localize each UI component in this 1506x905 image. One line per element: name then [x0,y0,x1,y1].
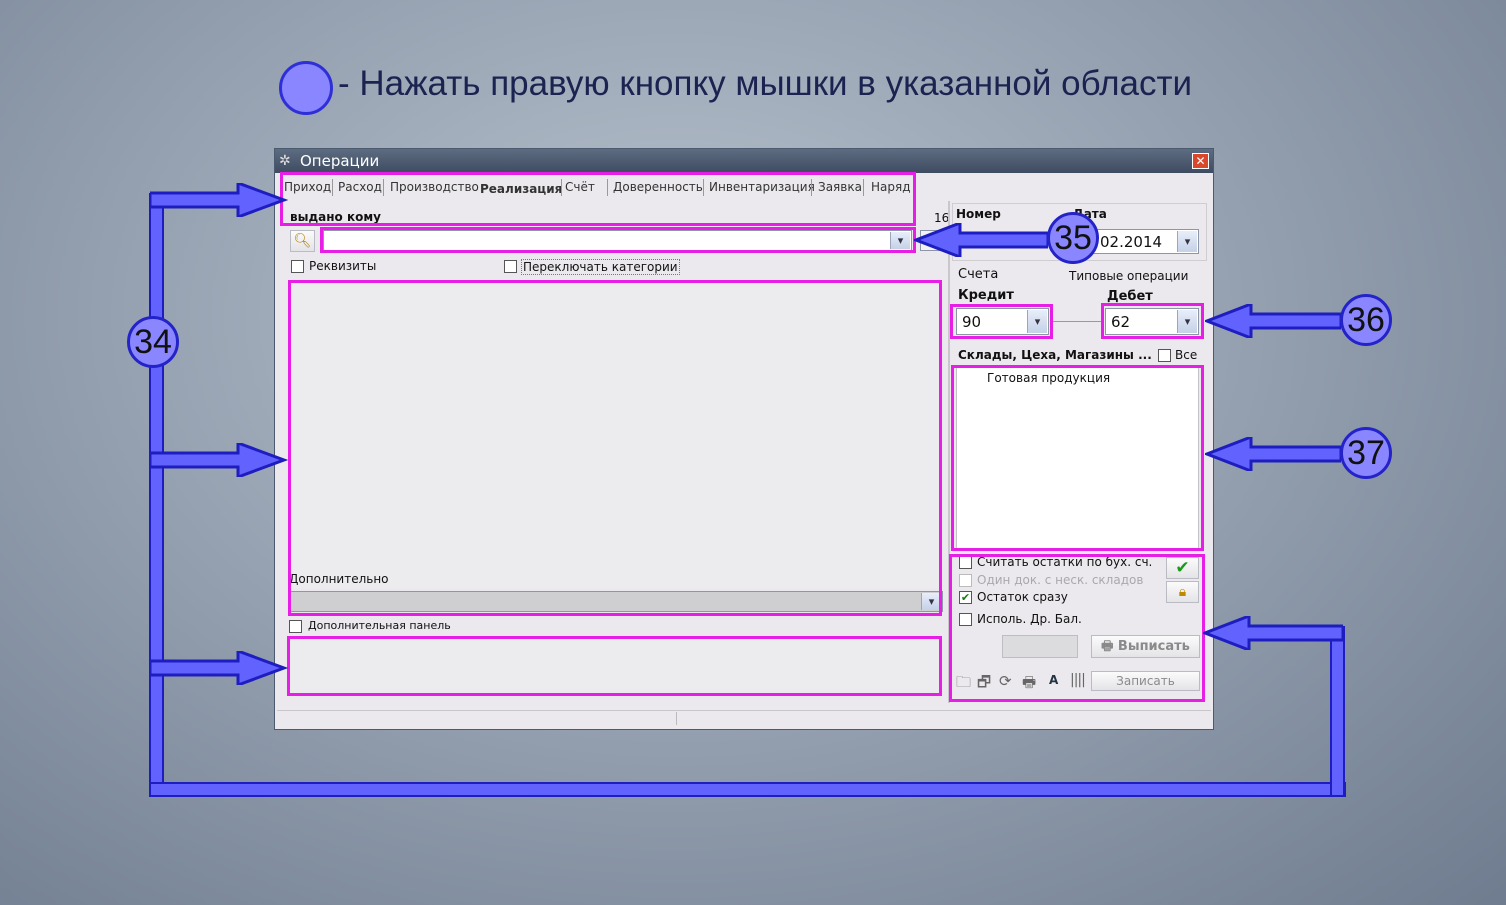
window-title: Операции [300,152,380,170]
annotation-arrow-additional-panel [150,651,289,685]
annotation-arrow-37 [1205,437,1341,471]
annotation-right-spine [1330,626,1345,797]
annotation-badge-35: 35 [1047,212,1099,264]
date-value: 02.2014 [1100,233,1163,251]
accounts-label: Счета [958,267,999,282]
annotation-arrow-tabs [150,183,289,217]
switch-categories-label: Переключать категории [521,259,680,275]
search-button[interactable]: 🔍︎ [290,230,315,252]
all-warehouses-checkbox[interactable] [1158,349,1171,362]
status-bar [277,710,1211,728]
additional-panel-checkbox[interactable] [289,620,302,633]
legend-dot [279,61,333,115]
status-separator [676,712,677,725]
additional-panel-label: Дополнительная панель [308,619,451,632]
annotation-bottom-bar [149,782,1346,797]
credit-highlight [950,304,1053,339]
chevron-down-icon[interactable]: ▾ [1177,231,1197,252]
switch-categories-checkbox[interactable] [504,260,517,273]
debit-highlight [1101,303,1204,339]
annotation-arrow-35 [914,223,1048,257]
annotation-arrow-options [1203,616,1343,650]
tabs-highlight [280,172,916,226]
close-button[interactable]: ✕ [1192,153,1209,169]
requisites-label: Реквизиты [309,259,377,273]
warehouses-label: Склады, Цеха, Магазины ... [958,348,1152,362]
annotation-arrow-details [150,443,289,477]
number-label: Номер [956,207,1001,221]
issued-to-highlight [320,227,916,253]
additional-panel-highlight [287,636,942,696]
debit-label: Дебет [1107,289,1153,304]
magnifier-icon: 🔍︎ [293,233,312,249]
details-highlight [288,280,942,616]
typical-operations-label[interactable]: Типовые операции [1069,269,1188,283]
annotation-badge-34: 34 [127,316,179,368]
annotation-badge-37: 37 [1340,427,1392,479]
requisites-checkbox[interactable] [291,260,304,273]
legend-text: - Нажать правую кнопку мышки в указанной… [338,64,1193,103]
annotation-arrow-36 [1205,304,1341,338]
warehouses-highlight [951,365,1204,551]
title-bar[interactable]: ✲ Операции ✕ [275,149,1213,173]
credit-label: Кредит [958,288,1014,303]
annotation-badge-36: 36 [1340,294,1392,346]
account-link-line [1053,321,1103,322]
options-highlight [949,554,1205,702]
all-label: Все [1175,348,1198,362]
close-icon: ✕ [1195,154,1206,168]
annotation-34-spine [149,193,164,795]
app-icon: ✲ [279,153,291,169]
